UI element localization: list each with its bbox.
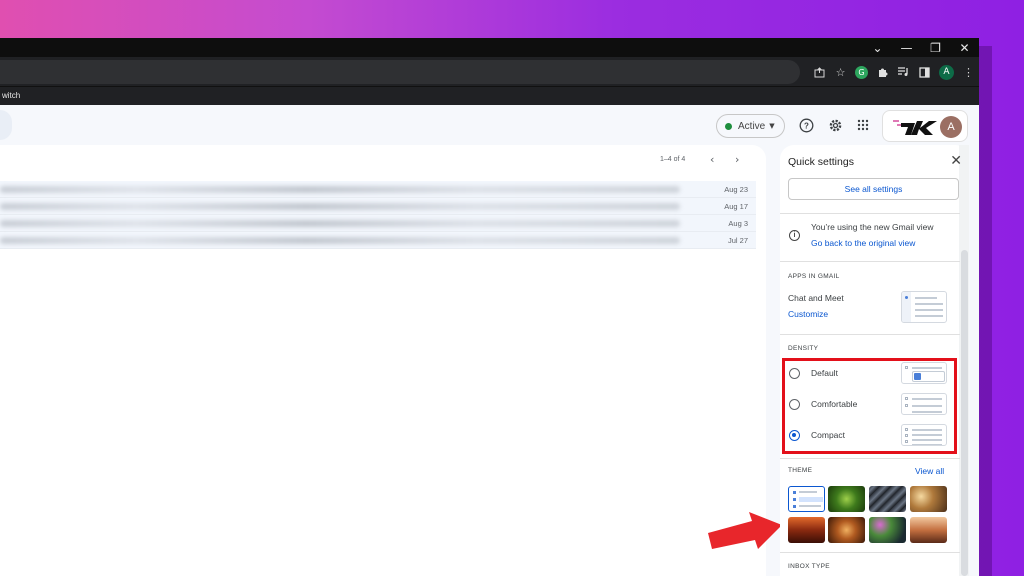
density-section-heading: DENSITY [788,345,819,352]
theme-nature-tile[interactable] [828,486,865,512]
divider [780,261,960,262]
organization-logo-icon [893,120,937,135]
puzzle-icon[interactable] [872,62,893,83]
bookmark-item[interactable]: witch [2,91,20,100]
status-chip[interactable]: Active ▼ [716,114,785,138]
theme-sunset-tile[interactable] [788,517,825,543]
divider [780,213,960,214]
prev-page-icon[interactable]: ‹ [710,153,714,166]
search-bar[interactable] [0,110,12,140]
share-icon[interactable] [809,62,830,83]
theme-flowers-tile[interactable] [869,517,906,543]
email-date: Aug 17 [724,202,748,211]
apps-section-heading: APPS IN GMAIL [788,273,840,280]
sidebar-icon[interactable] [914,62,935,83]
tab-search-icon[interactable]: ⌄ [863,38,892,57]
theme-default-tile[interactable] [788,486,825,512]
avatar[interactable]: A [940,116,962,138]
help-icon[interactable]: ? [796,115,816,135]
divider [780,458,960,459]
info-icon: i [789,230,800,241]
next-page-icon[interactable]: › [735,153,739,166]
email-date: Jul 27 [727,236,748,245]
scrollbar[interactable] [961,250,968,576]
minimize-icon[interactable]: — [892,38,921,57]
customize-link[interactable]: Customize [788,309,828,319]
star-icon[interactable]: ☆ [830,62,851,83]
gmail-header: Active ▼ ? A [0,105,979,145]
inbox-type-section-heading: INBOX TYPE [788,563,830,570]
svg-text:?: ? [804,121,809,130]
media-icon[interactable] [893,62,914,83]
theme-section-heading: THEME [788,467,813,474]
bookmarks-bar: witch [0,87,979,105]
theme-lights-tile[interactable] [910,486,947,512]
close-icon[interactable]: ✕ [950,153,962,169]
title-bar: ⌄ — ❐ ✕ [0,38,979,57]
table-row[interactable]: Aug 3 [0,215,756,232]
divider [780,334,960,335]
status-dot-icon [725,122,732,130]
email-date: Aug 3 [728,219,748,228]
restore-icon[interactable]: ❐ [921,38,950,57]
settings-icon[interactable] [825,115,845,135]
original-view-link[interactable]: Go back to the original view [811,238,915,248]
blurred-email-content [0,203,680,210]
gmail-view-text: You’re using the new Gmail view [811,222,934,232]
extension-toolbar: ☆ G A ⋮ [809,57,979,87]
blurred-email-content [0,186,680,193]
address-bar[interactable] [0,60,800,84]
theme-autumn-tile[interactable] [828,517,865,543]
browser-menu-icon[interactable]: ⋮ [958,62,979,83]
email-date: Aug 23 [724,185,748,194]
theme-desert-tile[interactable] [910,517,947,543]
profile-avatar[interactable]: A [939,64,954,80]
chat-meet-preview [901,291,947,323]
see-all-settings-button[interactable]: See all settings [788,178,959,200]
table-row[interactable]: Aug 17 [0,198,756,215]
panel-title: Quick settings [788,156,854,168]
window-controls: ⌄ — ❐ ✕ [863,38,979,57]
chat-meet-label: Chat and Meet [788,293,844,303]
status-label: Active [738,120,766,132]
table-row[interactable]: Aug 23 [0,181,756,198]
theme-abstract-tile[interactable] [869,486,906,512]
density-highlight-annotation [782,358,957,454]
pagination-label: 1–4 of 4 [660,156,686,163]
view-all-themes-link[interactable]: View all [915,466,944,476]
close-window-icon[interactable]: ✕ [950,38,979,57]
quick-settings-panel: Quick settings ✕ See all settings i You’… [780,145,969,576]
address-bar-row: ☆ G A ⋮ [0,57,979,87]
mail-list-pane: 1–4 of 4 ‹ › Aug 23 Aug 17 Aug 3 Jul 27 [0,145,766,576]
divider [780,552,960,553]
blurred-email-content [0,220,680,227]
browser-window: ⌄ — ❐ ✕ ☆ G A ⋮ witch Active ▼ ? A 1–4 o… [0,38,979,576]
apps-grid-icon[interactable] [853,115,873,135]
table-row[interactable]: Jul 27 [0,232,756,249]
account-switcher[interactable]: A [882,110,968,142]
blurred-email-content [0,237,680,244]
caret-down-icon: ▼ [769,122,775,130]
gmail-app: Active ▼ ? A 1–4 of 4 ‹ › Aug 23 Aug 17 … [0,105,979,576]
grammarly-icon[interactable]: G [855,65,868,79]
red-arrow-annotation [708,512,782,549]
